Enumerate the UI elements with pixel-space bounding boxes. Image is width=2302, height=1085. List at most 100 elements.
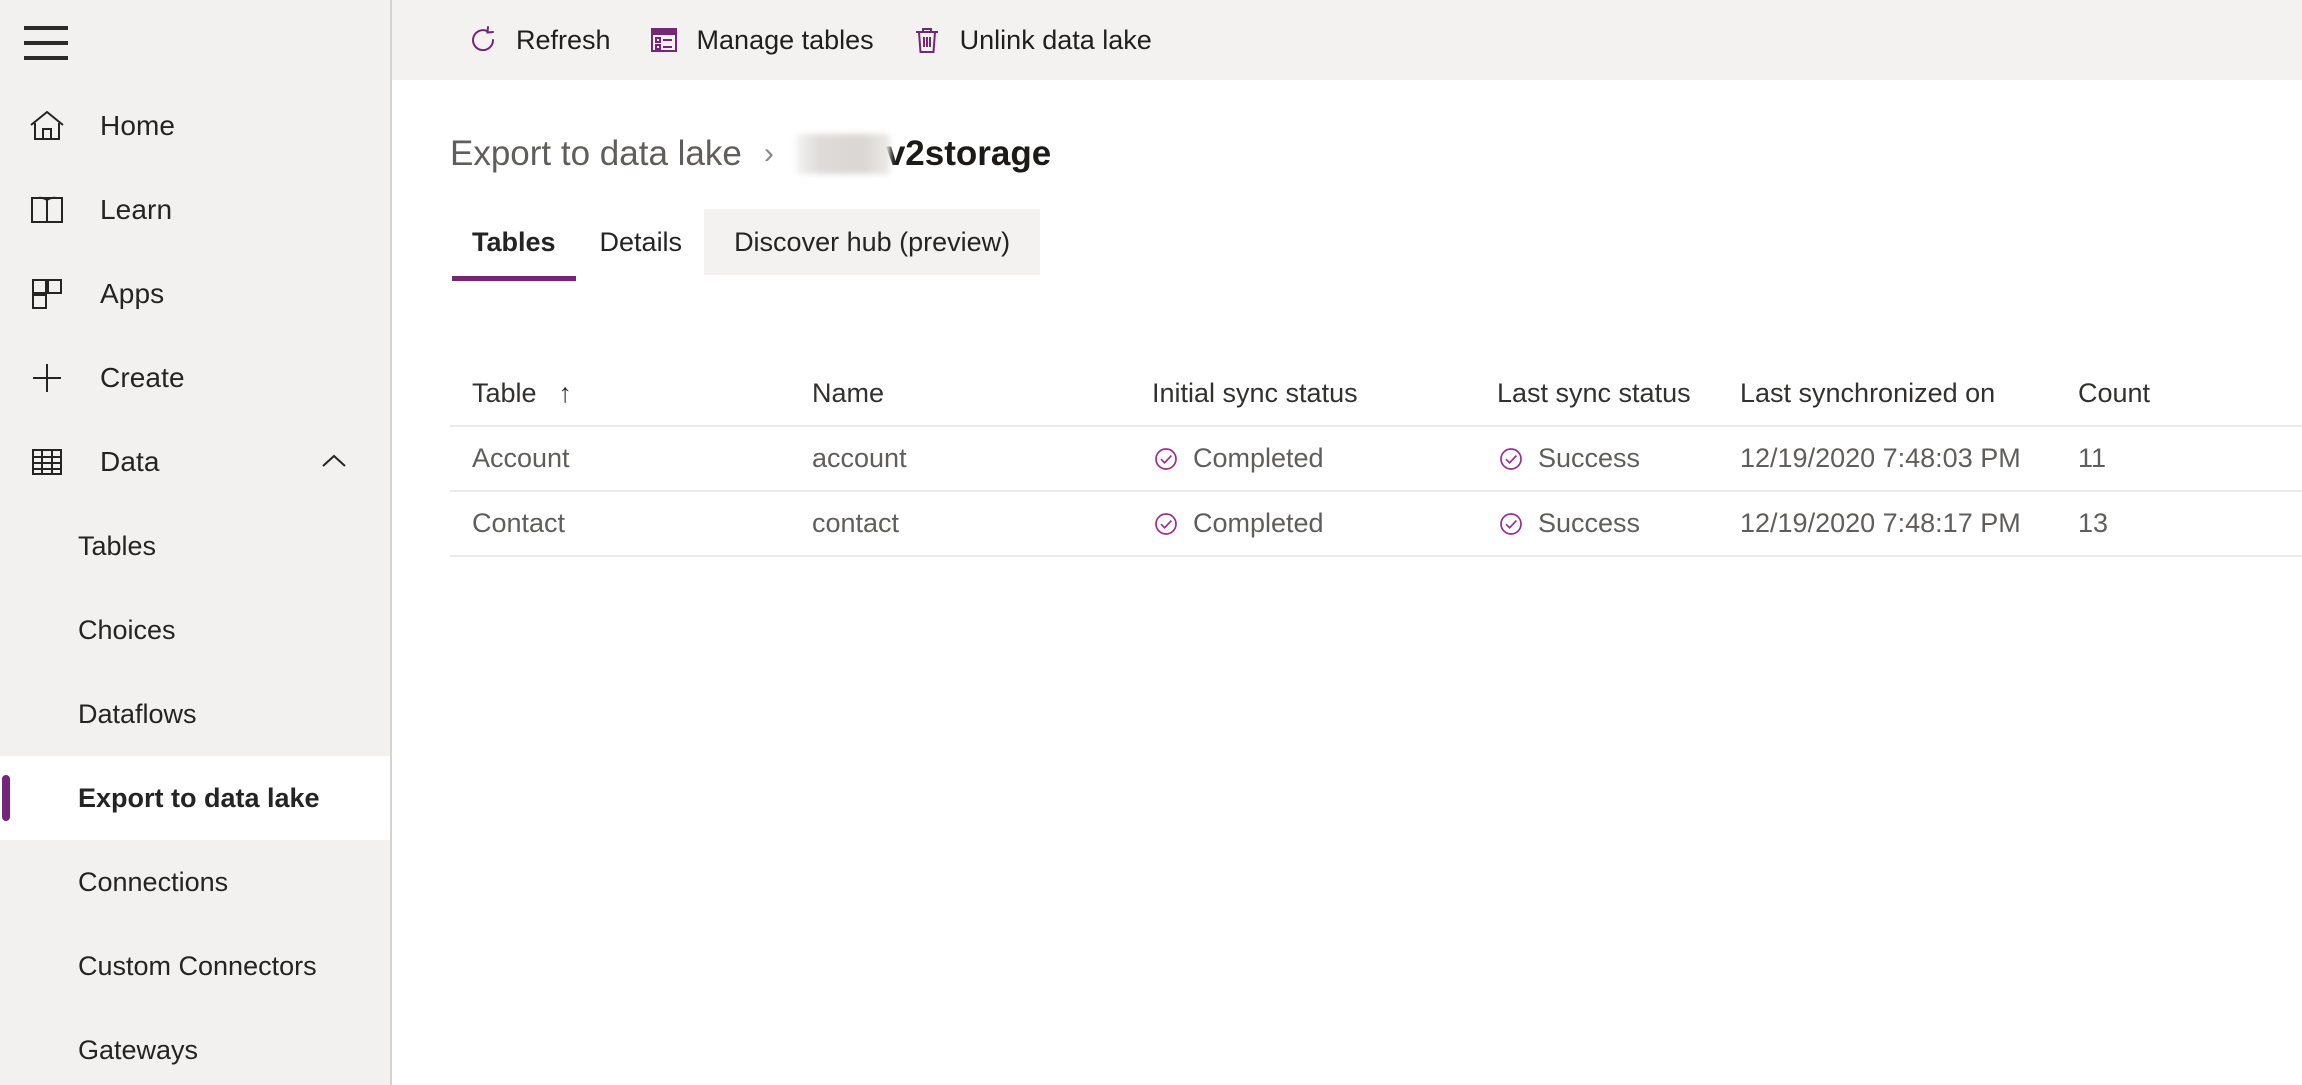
cell-last-synchronized-on: 12/19/2020 7:48:03 PM xyxy=(1740,443,2078,474)
manage-tables-button-label: Manage tables xyxy=(696,24,874,55)
manage-tables-icon xyxy=(647,23,681,57)
cell-value: Contact xyxy=(472,508,566,538)
tab-list: Tables Details Discover hub (preview) xyxy=(450,209,2302,281)
sidebar-item-connections[interactable]: Connections xyxy=(0,840,390,924)
cell-table: Contact xyxy=(472,508,812,539)
tables-grid: Table ↑ Name Initial sync status Last sy… xyxy=(450,361,2302,557)
plus-icon xyxy=(26,357,68,399)
app-root: Home Learn Apps Create Data Tables Choic… xyxy=(0,0,2302,1085)
table-grid-icon xyxy=(26,441,68,483)
home-icon xyxy=(26,105,68,147)
check-circle-icon xyxy=(1152,510,1180,538)
book-icon xyxy=(26,189,68,231)
breadcrumb-root-link[interactable]: Export to data lake xyxy=(450,134,742,174)
breadcrumb-current-item: v2storage xyxy=(885,134,1052,173)
table-row[interactable]: Contact contact Completed Success 12/19/… xyxy=(450,492,2302,557)
sidebar-item-custom-connectors[interactable]: Custom Connectors xyxy=(0,924,390,1008)
chevron-up-icon[interactable] xyxy=(316,444,352,480)
tab-details[interactable]: Details xyxy=(578,209,705,275)
sidebar-item-gateways[interactable]: Gateways xyxy=(0,1008,390,1085)
column-header-label: Initial sync status xyxy=(1152,377,1358,408)
refresh-button-label: Refresh xyxy=(516,24,611,55)
sidebar-item-label: Home xyxy=(100,110,176,141)
table-row[interactable]: Account account Completed Success 12/19/… xyxy=(450,427,2302,492)
cell-value: Account xyxy=(472,443,570,473)
tab-label: Details xyxy=(599,226,683,257)
column-header-label: Name xyxy=(812,377,885,408)
column-header-label: Last sync status xyxy=(1497,377,1691,408)
sidebar-nav-list: Home Learn Apps Create Data Tables Choic… xyxy=(0,84,390,1085)
sidebar-item-data[interactable]: Data xyxy=(0,420,390,504)
cell-value: 12/19/2020 7:48:17 PM xyxy=(1740,508,2021,538)
menu-icon-bar xyxy=(24,26,68,30)
sidebar-item-label: Dataflows xyxy=(78,698,197,729)
chevron-right-icon: › xyxy=(763,137,774,170)
cell-initial-sync-status: Completed xyxy=(1152,508,1497,539)
apps-icon xyxy=(26,273,68,315)
cell-count: 11 xyxy=(2078,443,2238,474)
sidebar-item-dataflows[interactable]: Dataflows xyxy=(0,672,390,756)
column-header-table[interactable]: Table ↑ xyxy=(472,378,812,409)
cell-value: contact xyxy=(812,508,900,538)
cell-last-sync-status: Success xyxy=(1497,508,1740,539)
cell-last-sync-status: Success xyxy=(1497,443,1740,474)
check-circle-icon xyxy=(1497,445,1525,473)
unlink-data-lake-button-label: Unlink data lake xyxy=(959,24,1152,55)
sort-ascending-icon: ↑ xyxy=(558,377,573,408)
sidebar-item-label: Gateways xyxy=(78,1034,199,1065)
column-header-count[interactable]: Count xyxy=(2078,378,2238,409)
column-header-label: Count xyxy=(2078,377,2151,408)
sidebar-item-choices[interactable]: Choices xyxy=(0,588,390,672)
cell-count: 13 xyxy=(2078,508,2238,539)
content-area: Export to data lake › v2storage Tables D… xyxy=(392,127,2302,557)
sidebar-item-create[interactable]: Create xyxy=(0,336,390,420)
trash-icon xyxy=(910,23,944,57)
menu-icon[interactable] xyxy=(24,26,68,60)
refresh-icon xyxy=(466,23,500,57)
breadcrumb: Export to data lake › v2storage xyxy=(450,127,2302,181)
cell-value: Success xyxy=(1538,508,1641,538)
sidebar: Home Learn Apps Create Data Tables Choic… xyxy=(0,0,392,1085)
redacted-text-block xyxy=(795,134,890,174)
refresh-button[interactable]: Refresh xyxy=(448,0,629,80)
cell-table: Account xyxy=(472,443,812,474)
command-bar: Refresh Manage tables Unlink data lake xyxy=(392,0,2302,80)
column-header-initial-sync-status[interactable]: Initial sync status xyxy=(1152,378,1497,409)
sidebar-item-label: Tables xyxy=(78,530,157,561)
sidebar-item-label: Data xyxy=(100,446,160,477)
check-circle-icon xyxy=(1497,510,1525,538)
column-header-label: Table xyxy=(472,377,537,408)
sidebar-item-home[interactable]: Home xyxy=(0,84,390,168)
column-header-name[interactable]: Name xyxy=(812,378,1152,409)
grid-header-row: Table ↑ Name Initial sync status Last sy… xyxy=(450,361,2302,427)
tab-tables[interactable]: Tables xyxy=(450,209,578,281)
sidebar-item-label: Apps xyxy=(100,278,165,309)
sidebar-item-export-to-data-lake[interactable]: Export to data lake xyxy=(0,756,390,840)
sidebar-item-label: Learn xyxy=(100,194,173,225)
sidebar-item-label: Export to data lake xyxy=(78,782,320,813)
sidebar-item-label: Create xyxy=(100,362,185,393)
cell-last-synchronized-on: 12/19/2020 7:48:17 PM xyxy=(1740,508,2078,539)
cell-value: 11 xyxy=(2078,443,2107,473)
column-header-last-synchronized-on[interactable]: Last synchronized on xyxy=(1740,378,2078,409)
sidebar-item-tables[interactable]: Tables xyxy=(0,504,390,588)
cell-value: account xyxy=(812,443,907,473)
tab-discover-hub[interactable]: Discover hub (preview) xyxy=(704,209,1041,275)
tab-label: Discover hub (preview) xyxy=(734,226,1011,257)
manage-tables-button[interactable]: Manage tables xyxy=(629,0,892,80)
main-content: Refresh Manage tables Unlink data lake E… xyxy=(392,0,2302,1085)
cell-value: Completed xyxy=(1193,508,1324,538)
sidebar-item-label: Choices xyxy=(78,614,176,645)
sidebar-item-learn[interactable]: Learn xyxy=(0,168,390,252)
cell-value: Success xyxy=(1538,443,1641,473)
unlink-data-lake-button[interactable]: Unlink data lake xyxy=(892,0,1170,80)
cell-name: contact xyxy=(812,508,1152,539)
check-circle-icon xyxy=(1152,445,1180,473)
sidebar-item-apps[interactable]: Apps xyxy=(0,252,390,336)
menu-icon-bar xyxy=(24,41,68,45)
column-header-last-sync-status[interactable]: Last sync status xyxy=(1497,378,1740,409)
cell-value: 12/19/2020 7:48:03 PM xyxy=(1740,443,2021,473)
cell-initial-sync-status: Completed xyxy=(1152,443,1497,474)
tab-label: Tables xyxy=(472,226,556,257)
cell-value: 13 xyxy=(2078,508,2109,538)
